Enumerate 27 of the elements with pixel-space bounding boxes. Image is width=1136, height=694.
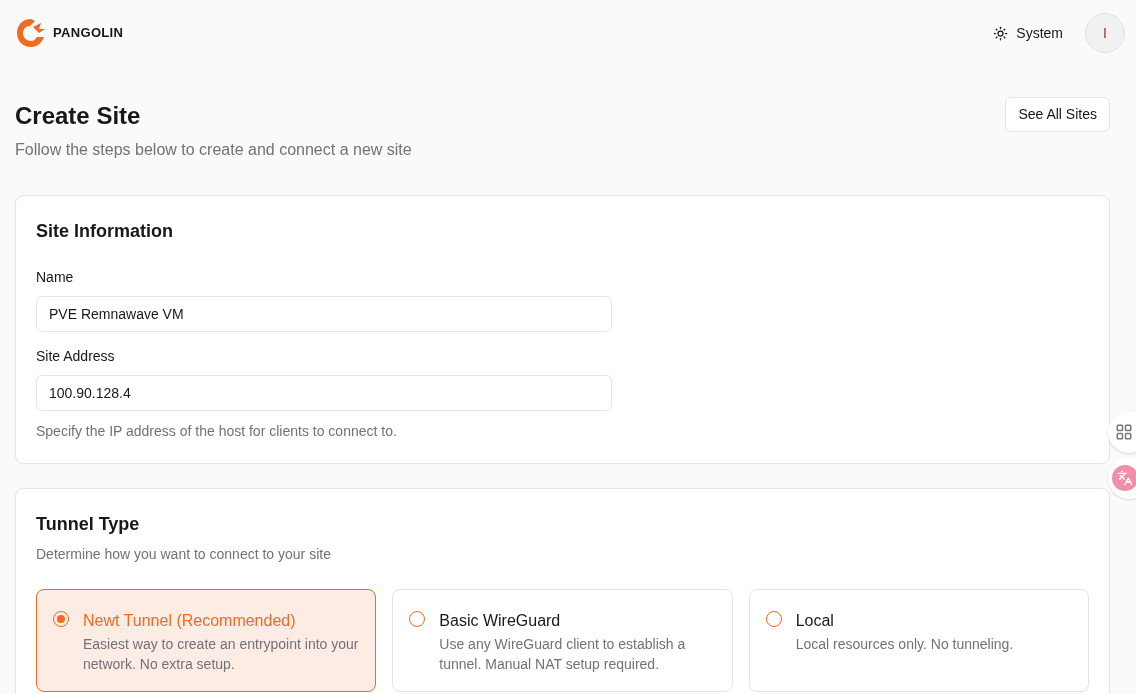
logo-icon <box>15 17 47 49</box>
input-field[interactable]: PVE Remnawave VM <box>36 296 612 332</box>
page-title: Create Site <box>15 101 142 131</box>
sun-icon <box>993 25 1009 41</box>
see-all-sites-button[interactable]: See All Sites <box>1005 97 1110 132</box>
input-field[interactable]: 100.90.128.4 <box>36 375 612 411</box>
brand-name: PANGOLIN <box>53 24 124 43</box>
translate-icon <box>1117 470 1133 486</box>
card-description: Determine how you want to connect to your site <box>36 545 332 564</box>
option-description: Easiest way to create an entrypoint into your network. No extra setup. <box>83 635 360 674</box>
card-title: Tunnel Type <box>36 513 141 536</box>
tunnel-option[interactable]: Local Local resources only. No tunneling. <box>748 589 1089 692</box>
theme-button[interactable]: System <box>989 18 1067 48</box>
card-title: Site Information <box>36 220 174 243</box>
tunnel-option[interactable]: Basic WireGuard Use any WireGuard client to establish a tunnel. Manual NAT setup required. <box>392 589 733 692</box>
field-label: Name <box>36 268 75 287</box>
option-description: Local resources only. No tunneling. <box>795 635 1014 654</box>
grid-icon <box>1115 423 1133 441</box>
field-hint: Specify the IP address of the host for clients to connect to. <box>36 422 398 441</box>
tunnel-option[interactable]: Newt Tunnel (Recommended) Easiest way to create an entrypoint into your network. No extra setup. <box>36 589 377 692</box>
option-title: Basic WireGuard <box>439 611 562 631</box>
option-description: Use any WireGuard client to establish a tunnel. Manual NAT setup required. <box>439 635 687 674</box>
field-label: Site Address <box>36 347 116 366</box>
user-avatar[interactable]: I <box>1085 13 1125 53</box>
option-title: Newt Tunnel (Recommended) <box>83 611 297 631</box>
option-title: Local <box>795 611 835 631</box>
page-subtitle: Follow the steps below to create and connect a new site <box>15 140 412 160</box>
